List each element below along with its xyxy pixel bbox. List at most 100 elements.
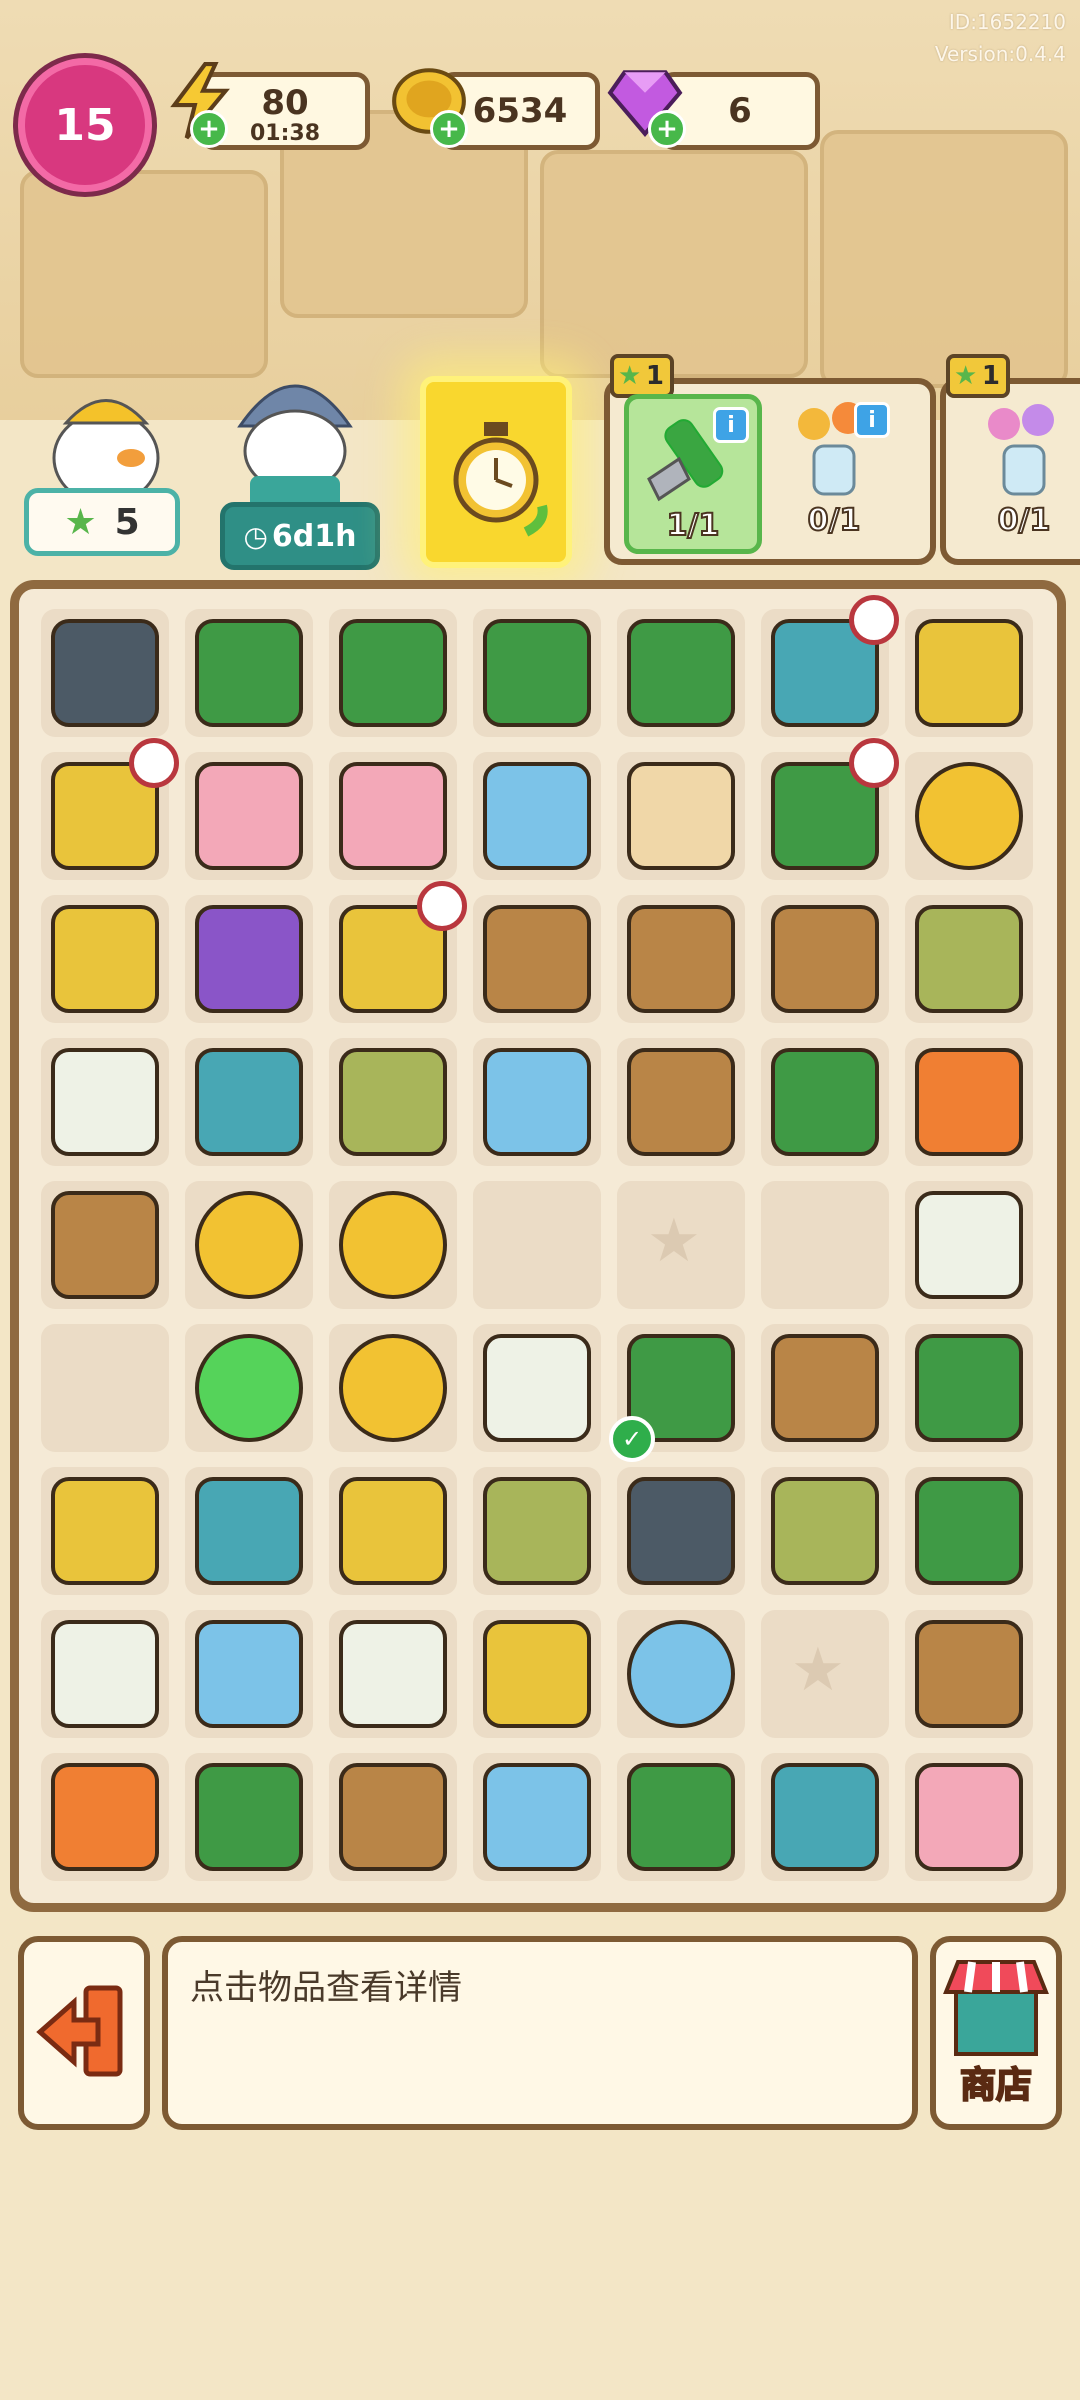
timer-badge-icon	[129, 738, 179, 788]
woven-basket-stack-icon	[483, 905, 591, 1013]
board-cell[interactable]	[473, 1467, 601, 1595]
board-cell[interactable]	[617, 1610, 745, 1738]
board-cell[interactable]	[185, 1038, 313, 1166]
board-cell[interactable]: ✓	[609, 1324, 745, 1462]
merge-board: ★ ✓ ★	[10, 580, 1066, 1912]
board-cell[interactable]	[185, 1610, 313, 1738]
board-cell[interactable]	[761, 738, 899, 880]
board-cell[interactable]	[185, 1753, 313, 1881]
board-cell[interactable]	[185, 752, 313, 880]
board-cell[interactable]	[185, 1181, 313, 1309]
board-cell[interactable]	[905, 1467, 1033, 1595]
board-cell[interactable]	[329, 752, 457, 880]
energy-bubble-icon	[627, 1620, 735, 1728]
board-cell[interactable]	[905, 895, 1033, 1023]
board-cell[interactable]	[905, 1753, 1033, 1881]
bg-shelf	[20, 170, 268, 378]
board-cell[interactable]	[473, 1038, 601, 1166]
board-cell[interactable]	[617, 895, 745, 1023]
order-slot[interactable]: i 0/1	[770, 394, 898, 544]
board-cell[interactable]	[473, 1181, 601, 1309]
order-card-1[interactable]: ★ 1 i 1/1 i 0/1	[604, 354, 936, 565]
board-cell[interactable]	[905, 609, 1033, 737]
board-cell[interactable]	[761, 1324, 889, 1452]
board-cell[interactable]	[329, 1038, 457, 1166]
board-cell[interactable]	[761, 1467, 889, 1595]
board-cell[interactable]	[329, 881, 467, 1023]
board-cell[interactable]	[905, 1038, 1033, 1166]
order-card-2[interactable]: ★ 1 0/1	[940, 354, 1080, 565]
board-cell[interactable]	[905, 752, 1033, 880]
board-cell[interactable]	[185, 1324, 313, 1452]
shop-label: 商店	[959, 2064, 1033, 2107]
gem-value: 6	[728, 91, 752, 131]
blue-chips-icon	[195, 1620, 303, 1728]
board-cell[interactable]	[761, 1753, 889, 1881]
shop-stall-icon	[943, 1960, 1049, 2056]
board-cell[interactable]	[617, 1467, 745, 1595]
board-cell[interactable]	[905, 1324, 1033, 1452]
board-cell[interactable]	[329, 1467, 457, 1595]
add-energy-button[interactable]: +	[190, 110, 228, 148]
stopwatch-button[interactable]	[420, 376, 572, 568]
board-cell[interactable]	[41, 609, 169, 737]
order-slot-count: 0/1	[807, 502, 862, 539]
board-cell[interactable]	[41, 1610, 169, 1738]
board-cell[interactable]	[617, 1753, 745, 1881]
board-cell[interactable]	[905, 1181, 1033, 1309]
board-cell[interactable]	[41, 1753, 169, 1881]
locked-star-icon: ★	[647, 1206, 701, 1276]
shop-button[interactable]: 商店	[930, 1936, 1062, 2130]
teal-blocks-icon	[195, 1048, 303, 1156]
board-cell[interactable]	[41, 1038, 169, 1166]
order-slot[interactable]: 0/1	[960, 394, 1080, 544]
notebook-graph-icon	[339, 1620, 447, 1728]
green-toolbox-half-icon	[339, 619, 447, 727]
board-cell[interactable]	[329, 609, 457, 737]
order-slot[interactable]: i 1/1	[624, 394, 762, 554]
sprout-pot-icon	[339, 1763, 447, 1871]
board-cell[interactable]	[617, 1038, 745, 1166]
board-cell[interactable]	[617, 752, 745, 880]
board-cell[interactable]	[617, 609, 745, 737]
seed-bag-small-icon	[483, 1477, 591, 1585]
board-cell[interactable]	[761, 1181, 889, 1309]
board-cell[interactable]: ★	[761, 1610, 889, 1738]
board-cell[interactable]: ★	[617, 1181, 745, 1309]
board-cell[interactable]	[473, 1753, 601, 1881]
purple-phone-icon	[195, 905, 303, 1013]
timer-badge-icon	[849, 738, 899, 788]
board-cell[interactable]	[905, 1610, 1033, 1738]
board-cell[interactable]	[329, 1324, 457, 1452]
board-cell[interactable]	[185, 895, 313, 1023]
board-cell[interactable]	[473, 609, 601, 737]
board-cell[interactable]	[761, 595, 899, 737]
board-cell[interactable]	[473, 752, 601, 880]
board-cell[interactable]	[185, 1467, 313, 1595]
board-cell[interactable]	[41, 1324, 169, 1452]
order-reward-tag: ★ 1	[946, 354, 1010, 398]
worker-stars-value: 5	[114, 501, 140, 543]
add-coins-button[interactable]: +	[430, 110, 468, 148]
board-cell[interactable]	[761, 1038, 889, 1166]
exit-button[interactable]	[18, 1936, 150, 2130]
bandage-box-icon	[483, 1334, 591, 1442]
board-cell[interactable]	[329, 1181, 457, 1309]
board-cell[interactable]	[41, 738, 179, 880]
board-cell[interactable]	[185, 609, 313, 737]
board-cell[interactable]	[329, 1753, 457, 1881]
board-cell[interactable]	[761, 895, 889, 1023]
board-cell[interactable]	[41, 1181, 169, 1309]
granny-duck[interactable]	[220, 356, 370, 516]
add-gems-button[interactable]: +	[648, 110, 686, 148]
board-cell[interactable]	[473, 895, 601, 1023]
board-cell[interactable]	[329, 1610, 457, 1738]
info-icon[interactable]: i	[854, 402, 890, 438]
star-icon: ★	[618, 361, 642, 391]
board-cell[interactable]	[473, 1610, 601, 1738]
board-cell[interactable]	[41, 1467, 169, 1595]
info-icon[interactable]: i	[713, 407, 749, 443]
level-badge[interactable]: 15	[18, 58, 152, 192]
board-cell[interactable]	[473, 1324, 601, 1452]
board-cell[interactable]	[41, 895, 169, 1023]
